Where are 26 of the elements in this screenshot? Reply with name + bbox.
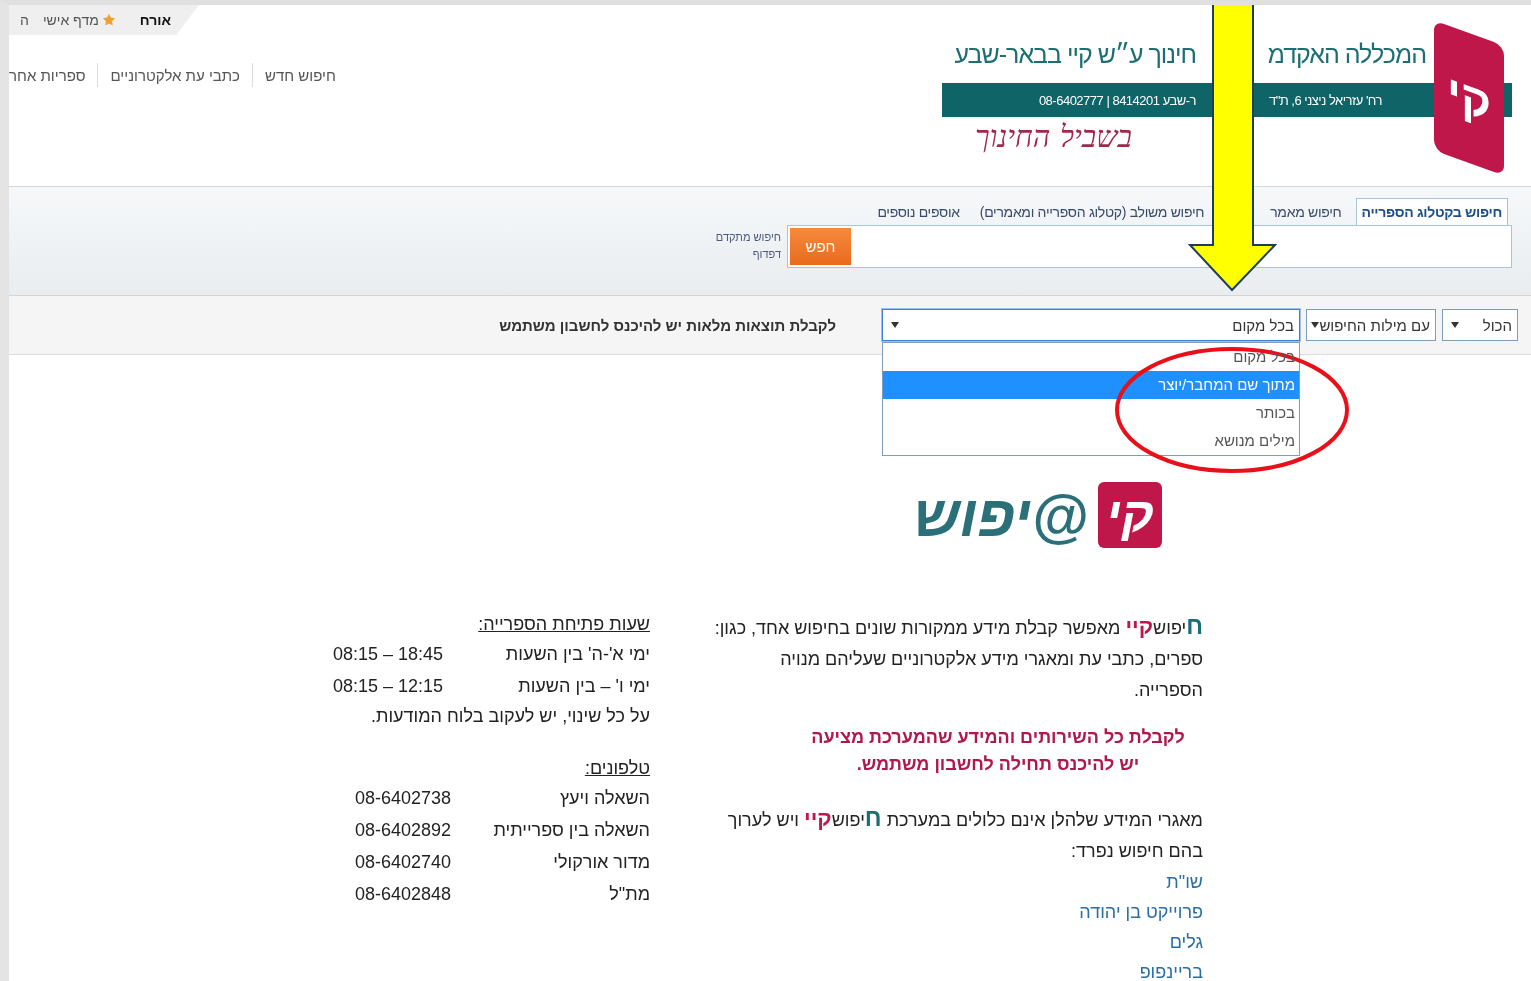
hours-time: 08:15 – 12:15 — [333, 675, 444, 698]
login-notice: יש להיכנס תחילה לחשבון משתמש. — [855, 753, 1141, 776]
phone-number: 08-6402892 — [355, 819, 452, 842]
search-logo: קי @יפוש — [905, 455, 1170, 575]
phone-label: השאלה בין ספרייתית — [493, 819, 650, 842]
hours-label: ימי א'-ה' בין השעות — [505, 643, 650, 666]
address-text: ר-שבע 8414201 | 08-6402777 — [1038, 92, 1196, 108]
phone-number: 08-6402738 — [355, 787, 452, 810]
hours-title: שעות פתיחת הספרייה: — [477, 613, 650, 636]
hours-note: על כל שינוי, יש לעקוב בלוח המודעות. — [370, 705, 650, 728]
slogan: בשביל החינוך — [974, 119, 1132, 154]
hours-label: ימי ו' – בין השעות — [518, 675, 650, 698]
login-notice: לקבלת כל השירותים והמידע שהמערכת מציעה — [810, 726, 1186, 749]
external-databases-text: מאגרי המידע שלהלן אינם כלולים במערכת חיפושקיי ויש לערוך בהם חיפוש נפרד: — [726, 803, 1203, 863]
college-title: המכללה האקדמ — [1266, 39, 1426, 69]
login-notice: לקבלת תוצאות מלאות יש להיכנס לחשבון משתמש — [499, 316, 836, 334]
phone-label: מדור אורקולי — [553, 851, 650, 874]
phone-number: 08-6402848 — [355, 883, 452, 906]
phone-number: 08-6402740 — [355, 851, 452, 874]
address-text: רח' עזריאל ניצני 6, ת"ד — [1267, 92, 1382, 108]
college-title: חינוך ע״ש קיי בבאר-שבע — [954, 39, 1196, 69]
hours-time: 08:15 – 18:45 — [333, 643, 444, 666]
phones-title: טלפונים: — [583, 757, 650, 780]
phone-label: השאלה ויעץ — [560, 787, 650, 810]
phone-label: מת"ל — [609, 883, 650, 906]
intro-text: חיפושקיי מאפשר קבלת מידע ממקורות שונים בחיפוש אחד, כגון: ספרים, כתבי עת ומאגרי מידע אלקטרוניים שעליהם מנויה הספרייה. — [713, 611, 1203, 702]
